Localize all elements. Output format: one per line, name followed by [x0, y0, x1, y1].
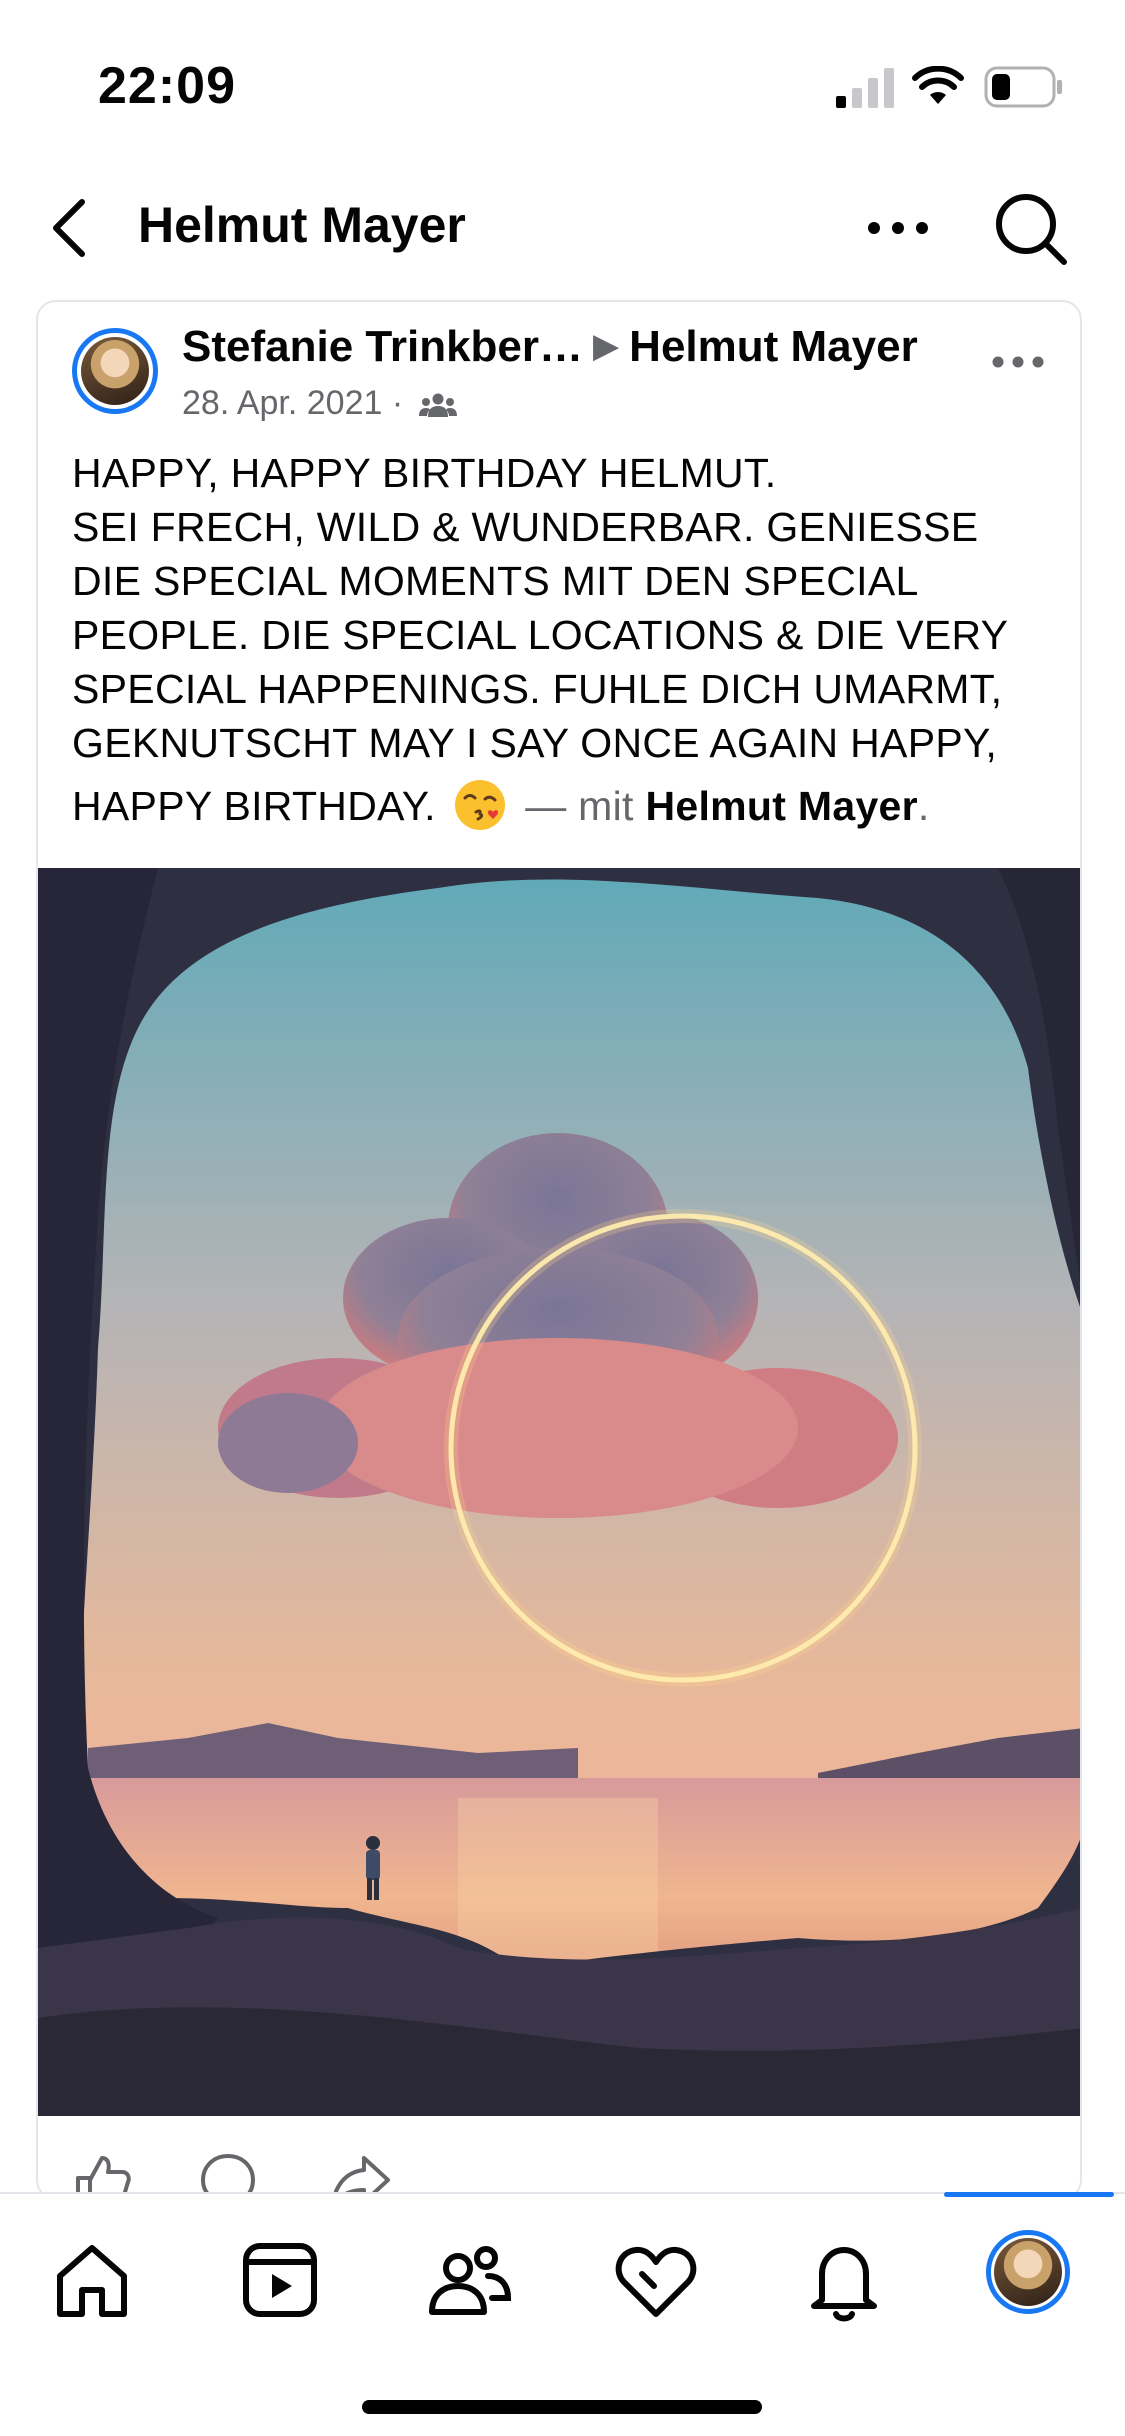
avatar-image — [81, 337, 149, 405]
post-text-line: PEOPLE. DIE SPECIAL LOCATIONS & DIE VERY — [72, 612, 1009, 658]
tagged-name[interactable]: Helmut Mayer — [645, 783, 917, 829]
nav-header: Helmut Mayer — [0, 180, 1125, 276]
author-avatar[interactable] — [72, 328, 158, 414]
post-card: Stefanie Trinkber… ▶ Helmut Mayer 28. Apr.… — [36, 300, 1082, 2200]
post-text-line: GEKNUTSCHT MAY I SAY ONCE AGAIN HAPPY, — [72, 720, 998, 766]
active-tab-indicator — [944, 2192, 1114, 2197]
wifi-icon — [912, 66, 964, 104]
kiss-emoji-icon — [455, 780, 506, 830]
more-horizontal-icon[interactable] — [862, 200, 934, 256]
avatar-image — [994, 2238, 1062, 2306]
cellular-signal-icon — [836, 68, 894, 108]
post-header-line: Stefanie Trinkber… ▶ Helmut Mayer — [182, 322, 918, 372]
status-time: 22:09 — [98, 57, 236, 115]
post-text: HAPPY, HAPPY BIRTHDAY HELMUT. SEI FRECH,… — [72, 446, 1072, 833]
status-bar: 22:09 — [0, 0, 1125, 150]
post-text-line: HAPPY, HAPPY BIRTHDAY HELMUT. — [72, 450, 777, 496]
recipient-name[interactable]: Helmut Mayer — [629, 322, 918, 371]
arrow-icon: ▶ — [593, 327, 620, 365]
friends-icon[interactable] — [422, 2234, 514, 2326]
post-text-line: DIE SPECIAL MOMENTS MIT DEN SPECIAL — [72, 558, 919, 604]
tag-suffix: . — [917, 783, 930, 829]
notifications-icon[interactable] — [798, 2234, 890, 2326]
dating-heart-icon[interactable] — [610, 2234, 702, 2326]
video-icon[interactable] — [234, 2234, 326, 2326]
page-title: Helmut Mayer — [138, 197, 466, 253]
post-text-last-line: HAPPY BIRTHDAY. — mit Helmut Mayer. — [72, 778, 1072, 833]
post-text-line: SPECIAL HAPPENINGS. FUHLE DICH UMARMT, — [72, 666, 1003, 712]
search-icon[interactable] — [990, 188, 1070, 268]
meta-separator: · — [391, 384, 404, 422]
post-text-end: HAPPY BIRTHDAY. — [72, 783, 436, 829]
post-meta: 28. Apr. 2021 · — [182, 384, 457, 423]
tag-prefix: — mit — [525, 783, 634, 829]
home-icon[interactable] — [46, 2234, 138, 2326]
home-indicator[interactable] — [362, 2400, 762, 2414]
post-actions — [38, 2132, 1080, 2198]
post-photo[interactable] — [38, 868, 1082, 2116]
author-name[interactable]: Stefanie Trinkber… — [182, 322, 583, 371]
chevron-left-icon[interactable] — [44, 192, 96, 264]
friends-icon — [418, 393, 457, 417]
post-more-icon[interactable] — [988, 342, 1048, 382]
post-date[interactable]: 28. Apr. 2021 — [182, 384, 382, 422]
post-text-line: SEI FRECH, WILD & WUNDERBAR. GENIESSE — [72, 504, 979, 550]
battery-icon — [984, 66, 1062, 108]
profile-avatar[interactable] — [986, 2230, 1070, 2314]
